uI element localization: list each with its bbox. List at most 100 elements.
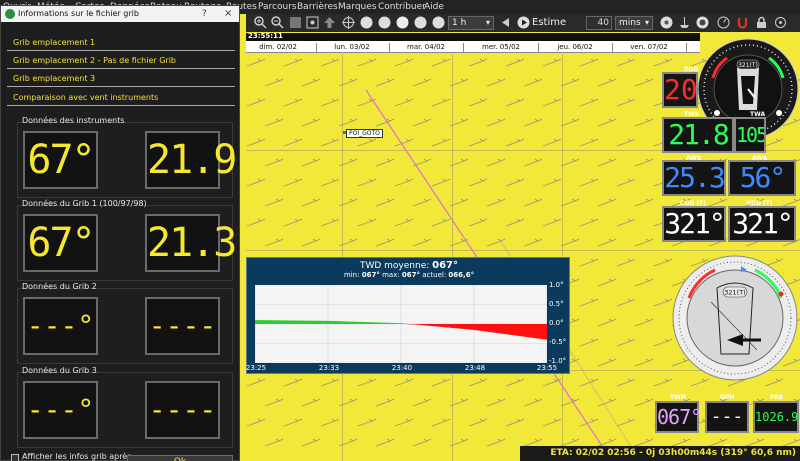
close-button[interactable]: ×: [224, 6, 232, 22]
twd-negative-bar: [427, 324, 430, 326]
twd-positive-bar: [329, 320, 332, 324]
menu-item[interactable]: Contribuer: [378, 0, 426, 14]
section-grib-slot-2[interactable]: Grib emplacement 2 - Pas de fichier Grib: [7, 53, 235, 69]
twd-negative-bar: [457, 324, 460, 329]
twd-negative-bar: [507, 324, 510, 335]
twd-positive-bar: [359, 321, 362, 324]
twd-negative-bar: [451, 324, 454, 328]
reticle-icon[interactable]: [774, 16, 787, 29]
arrow-up-icon[interactable]: [323, 16, 336, 29]
twd-positive-bar: [297, 320, 300, 324]
twd-positive-bar: [303, 320, 306, 324]
twd-positive-bar: [357, 321, 360, 324]
twd-positive-bar: [353, 321, 356, 324]
rewind-icon[interactable]: [360, 16, 373, 29]
lock-icon[interactable]: [755, 16, 768, 29]
now-icon[interactable]: [396, 16, 409, 29]
twd-positive-bar: [279, 320, 282, 324]
grib-info-dialog: Informations sur le fichier grib ? × Gri…: [0, 5, 240, 461]
menu-item[interactable]: Parcours: [258, 0, 297, 14]
twd-negative-bar: [449, 324, 452, 328]
wind-speed-display: ----: [145, 381, 220, 439]
twd-negative-bar: [439, 324, 442, 327]
step-forward-icon[interactable]: [414, 16, 427, 29]
gauge-icon[interactable]: [717, 16, 730, 29]
twd-positive-bar: [269, 320, 272, 324]
section-instrument-comparison[interactable]: Comparaison avec vent instruments: [7, 90, 235, 106]
play-icon[interactable]: [517, 16, 530, 29]
x-tick-label: 23:40: [391, 364, 413, 372]
app-window: POI_GOTO Ouvrir Météo Cartes Données Bat…: [0, 0, 800, 461]
wind-direction-display: ---°: [23, 297, 98, 355]
twd-positive-bar: [285, 320, 288, 324]
minutes-unit-select[interactable]: mins ▾: [615, 16, 653, 30]
twd-positive-bar: [347, 321, 350, 324]
twd-negative-bar: [461, 324, 464, 329]
twd-graph-panel[interactable]: TWD moyenne: 067° min: 067° max: 067° ac…: [246, 257, 570, 374]
y-tick-label: 1.0°: [549, 281, 564, 289]
compass-rose-bottom[interactable]: 321(T): [671, 254, 799, 382]
twd-negative-bar: [537, 324, 540, 339]
help-button[interactable]: ?: [202, 6, 207, 22]
menu-item[interactable]: Barrières: [297, 0, 338, 14]
twd-negative-bar: [471, 324, 474, 330]
hdg-display: 321°: [728, 206, 796, 242]
twd-negative-bar: [523, 324, 526, 337]
twd-positive-bar: [389, 322, 392, 324]
zoom-out-icon[interactable]: [271, 16, 284, 29]
twd-negative-bar: [425, 324, 428, 326]
ok-button[interactable]: Ok: [127, 455, 233, 461]
boat-icon[interactable]: [678, 16, 691, 29]
menu-item[interactable]: Marques: [338, 0, 376, 14]
section-grib-slot-3[interactable]: Grib emplacement 3: [7, 71, 235, 87]
twd-positive-bar: [317, 320, 320, 324]
boat-target-icon[interactable]: [342, 16, 355, 29]
time-step-select[interactable]: 1 h ▾: [448, 16, 494, 30]
twd-negative-bar: [433, 324, 436, 327]
twd-negative-bar: [525, 324, 528, 337]
step-back-icon[interactable]: [378, 16, 391, 29]
twd-positive-bar: [315, 320, 318, 324]
twd-positive-bar: [259, 320, 262, 324]
twd-negative-bar: [487, 324, 490, 332]
pre-label: PRE: [770, 394, 784, 401]
zoom-fit-icon[interactable]: [306, 16, 319, 29]
x-tick-label: 23:55: [536, 364, 558, 372]
timeline-day: jeu. 06/02: [557, 43, 593, 51]
twd-positive-bar: [345, 321, 348, 324]
snapshot-icon[interactable]: [696, 16, 709, 29]
poi-label[interactable]: POI_GOTO: [346, 129, 383, 138]
timeline-bar[interactable]: 23:55:11 dim. 02/02 lun. 03/02 mar. 04/0…: [246, 32, 700, 53]
twd-plot-area: [255, 285, 547, 363]
minutes-input[interactable]: 40: [586, 16, 612, 30]
section-grib-slot-1[interactable]: Grib emplacement 1: [7, 35, 235, 51]
settings-icon[interactable]: [660, 16, 673, 29]
wind-direction-display: ---°: [23, 381, 98, 439]
sog-display: 20: [662, 72, 698, 108]
menu-item[interactable]: Aide: [424, 0, 444, 14]
twd-negative-bar: [511, 324, 514, 336]
previous-icon[interactable]: [499, 16, 512, 29]
timeline-tick: [538, 43, 539, 53]
timeline-day: mar. 04/02: [407, 43, 445, 51]
twd-positive-bar: [309, 320, 312, 324]
twd-negative-bar: [469, 324, 472, 330]
twd-negative-bar: [415, 324, 418, 325]
select-zone-icon[interactable]: [289, 16, 302, 29]
fast-forward-icon[interactable]: [432, 16, 445, 29]
show-grib-checkbox[interactable]: [11, 454, 19, 461]
zoom-in-icon[interactable]: [254, 16, 267, 29]
twd-positive-bar: [335, 321, 338, 324]
twd-stats: min: 067° max: 067° actuel: 066,6°: [343, 271, 475, 279]
timeline-cursor-track[interactable]: [246, 33, 700, 41]
magnet-icon[interactable]: [736, 16, 749, 29]
wind-speed-display: 21.9: [145, 131, 237, 189]
twd-positive-bar: [301, 320, 304, 324]
twd-positive-bar: [371, 322, 374, 324]
twd-negative-bar: [495, 324, 498, 333]
twd-positive-bar: [267, 320, 270, 324]
twd-positive-bar: [283, 320, 286, 324]
twd-negative-bar: [431, 324, 434, 327]
twd-negative-bar: [543, 324, 546, 340]
twd-positive-bar: [333, 321, 336, 324]
